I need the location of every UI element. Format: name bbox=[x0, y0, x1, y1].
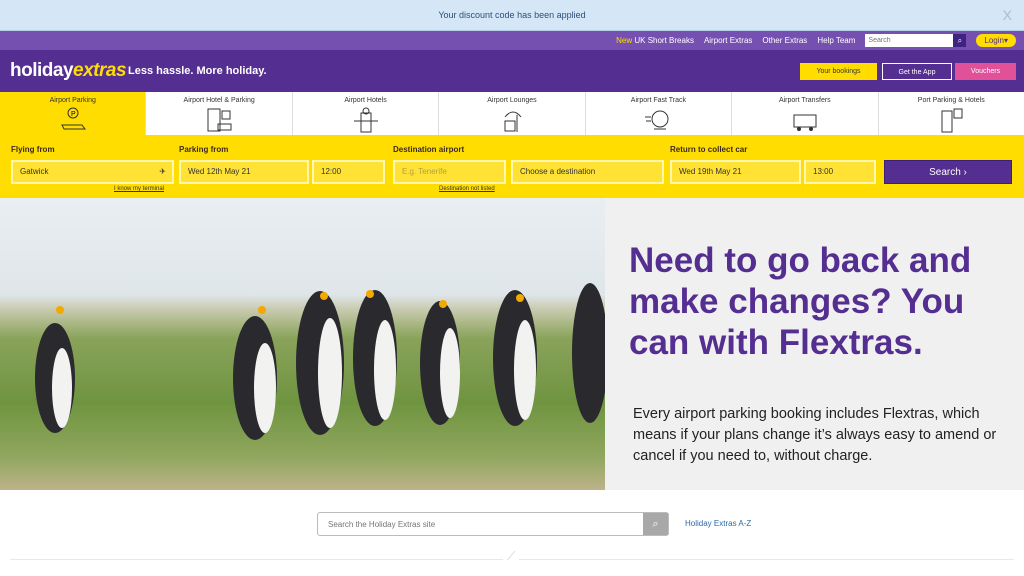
top-search-input[interactable] bbox=[865, 34, 954, 47]
tab-airport-transfers[interactable]: Airport Transfers bbox=[732, 92, 879, 135]
return-time-field[interactable]: 13:00 bbox=[804, 160, 876, 184]
top-nav: New UK Short Breaks Airport Extras Other… bbox=[0, 31, 1024, 50]
hotel-icon bbox=[353, 107, 378, 133]
vouchers-button[interactable]: Vouchers bbox=[955, 63, 1016, 80]
product-tabs: Airport Parking P Airport Hotel & Parking… bbox=[0, 92, 1024, 135]
logo[interactable]: holidayextras bbox=[10, 60, 127, 82]
header: holidayextras Less hassle. More holiday.… bbox=[0, 50, 1024, 92]
destination-not-listed-link[interactable]: Destination not listed bbox=[439, 186, 495, 192]
flying-from-label: Flying from bbox=[11, 145, 55, 154]
tab-airport-parking[interactable]: Airport Parking P bbox=[0, 92, 147, 135]
know-terminal-link[interactable]: I know my terminal bbox=[114, 186, 164, 192]
plane-icon: ✈ bbox=[159, 167, 166, 176]
hero-body: Every airport parking booking includes F… bbox=[633, 406, 997, 464]
destination-label: Destination airport bbox=[393, 145, 465, 154]
flextras-panel: Need to go back and make changes? You ca… bbox=[605, 198, 1024, 490]
parking-date-field[interactable]: Wed 12th May 21 bbox=[179, 160, 309, 184]
az-link[interactable]: Holiday Extras A-Z bbox=[685, 519, 751, 528]
transfer-icon bbox=[793, 114, 817, 131]
destination-select[interactable]: Choose a destination bbox=[511, 160, 664, 184]
nav-other-extras[interactable]: Other Extras bbox=[762, 36, 807, 45]
search-icon[interactable]: ⌕ bbox=[953, 34, 967, 47]
return-date-field[interactable]: Wed 19th May 21 bbox=[670, 160, 801, 184]
parking-from-label: Parking from bbox=[179, 145, 229, 154]
destination-input[interactable]: E.g. Tenerife bbox=[393, 160, 506, 184]
discount-banner: Your discount code has been applied X bbox=[0, 0, 1024, 31]
tab-airport-hotel-parking[interactable]: Airport Hotel & Parking bbox=[146, 92, 293, 135]
banner-message: Your discount code has been applied bbox=[438, 10, 586, 20]
site-search-input[interactable] bbox=[318, 513, 643, 535]
login-button[interactable]: Login▾ bbox=[976, 34, 1016, 47]
penguins-image bbox=[0, 198, 608, 490]
tab-airport-lounges[interactable]: Airport Lounges bbox=[439, 92, 586, 135]
tagline: Less hassle. More holiday. bbox=[128, 65, 267, 77]
hotel-parking-icon bbox=[207, 108, 232, 132]
port-parking-icon bbox=[941, 108, 963, 133]
hero-headline: Need to go back and make changes? You ca… bbox=[629, 241, 972, 362]
search-button[interactable]: Search › bbox=[884, 160, 1012, 184]
deckchair-icon: ⟋ bbox=[503, 549, 520, 564]
nav-airport-extras[interactable]: Airport Extras bbox=[704, 36, 752, 45]
parking-icon: P bbox=[60, 107, 86, 130]
get-app-button[interactable]: Get the App bbox=[882, 63, 952, 80]
your-bookings-button[interactable]: Your bookings bbox=[800, 63, 877, 80]
search-form: Flying from Gatwick ✈ I know my terminal … bbox=[0, 135, 1024, 198]
tab-airport-hotels[interactable]: Airport Hotels bbox=[293, 92, 440, 135]
hero: Need to go back and make changes? You ca… bbox=[0, 198, 1024, 490]
nav-help-team[interactable]: Help Team bbox=[817, 36, 855, 45]
parking-time-field[interactable]: 12:00 bbox=[312, 160, 385, 184]
flying-from-field[interactable]: Gatwick ✈ bbox=[11, 160, 174, 184]
return-label: Return to collect car bbox=[670, 145, 748, 154]
fast-track-icon bbox=[645, 110, 669, 130]
nav-uk-short-breaks[interactable]: New UK Short Breaks bbox=[616, 36, 694, 45]
search-icon[interactable]: ⌕ bbox=[643, 513, 668, 535]
site-search: ⌕ bbox=[317, 512, 669, 536]
lounge-icon bbox=[504, 111, 522, 132]
svg-text:P: P bbox=[71, 111, 76, 118]
tab-airport-fast-track[interactable]: Airport Fast Track bbox=[586, 92, 733, 135]
close-icon[interactable]: X bbox=[1003, 0, 1012, 31]
tab-port-parking-hotels[interactable]: Port Parking & Hotels bbox=[879, 92, 1024, 135]
